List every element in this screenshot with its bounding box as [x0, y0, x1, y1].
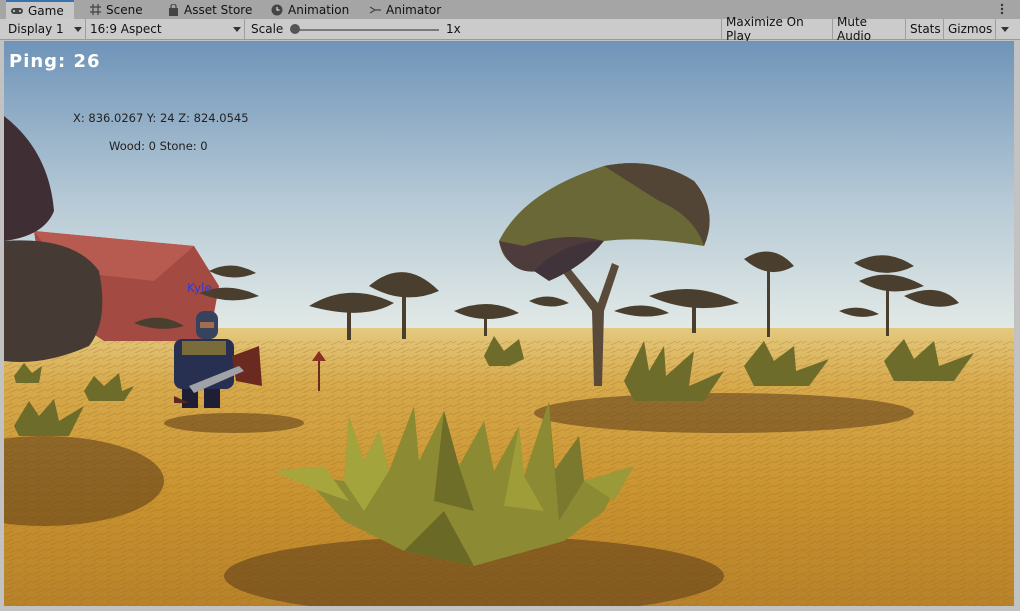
aspect-dropdown[interactable]: 16:9 Aspect	[86, 19, 245, 39]
aspect-label: 16:9 Aspect	[90, 22, 162, 36]
resource-readout: Wood: 0 Stone: 0	[109, 139, 208, 153]
game-scene	[4, 41, 1014, 606]
ping-readout: Ping: 26	[9, 51, 101, 72]
display-label: Display 1	[8, 22, 64, 36]
clock-icon	[270, 4, 284, 16]
scale-slider-handle[interactable]	[290, 24, 300, 34]
stats-toggle[interactable]: Stats	[906, 19, 944, 39]
chevron-down-icon	[233, 27, 241, 32]
player-name-label: Kyle	[187, 281, 212, 295]
mute-audio-toggle[interactable]: Mute Audio	[833, 15, 906, 43]
more-options-icon[interactable]	[1000, 2, 1010, 16]
gamepad-icon	[10, 5, 24, 17]
scale-label: Scale	[251, 22, 284, 36]
tab-game[interactable]: Game	[6, 0, 74, 19]
scale-value: 1x	[446, 22, 461, 36]
tab-label: Asset Store	[184, 2, 253, 17]
tab-label: Game	[28, 3, 64, 18]
game-viewport[interactable]: Ping: 26 X: 836.0267 Y: 24 Z: 824.0545 W…	[4, 41, 1014, 606]
gizmos-toggle[interactable]: Gizmos	[944, 19, 996, 39]
game-view-toolbar: Display 1 16:9 Aspect Scale 1x Maximize …	[0, 15, 1020, 43]
gizmos-dropdown[interactable]	[996, 19, 1014, 39]
tab-label: Animator	[386, 2, 442, 17]
grid-icon	[88, 4, 102, 16]
tab-animation[interactable]: Animation	[270, 0, 349, 19]
scale-slider-track[interactable]	[292, 29, 439, 31]
chevron-down-icon	[1001, 27, 1009, 32]
display-dropdown[interactable]: Display 1	[4, 19, 86, 39]
chevron-down-icon	[74, 27, 82, 32]
tab-scene[interactable]: Scene	[88, 0, 143, 19]
maximize-on-play-toggle[interactable]: Maximize On Play	[721, 15, 833, 43]
tab-asset-store[interactable]: Asset Store	[166, 0, 252, 19]
animator-icon	[368, 4, 382, 16]
shopping-bag-icon	[166, 3, 180, 16]
position-readout: X: 836.0267 Y: 24 Z: 824.0545	[73, 111, 249, 125]
tab-label: Animation	[288, 2, 350, 17]
tab-label: Scene	[106, 2, 143, 17]
tab-animator[interactable]: Animator	[368, 0, 441, 19]
